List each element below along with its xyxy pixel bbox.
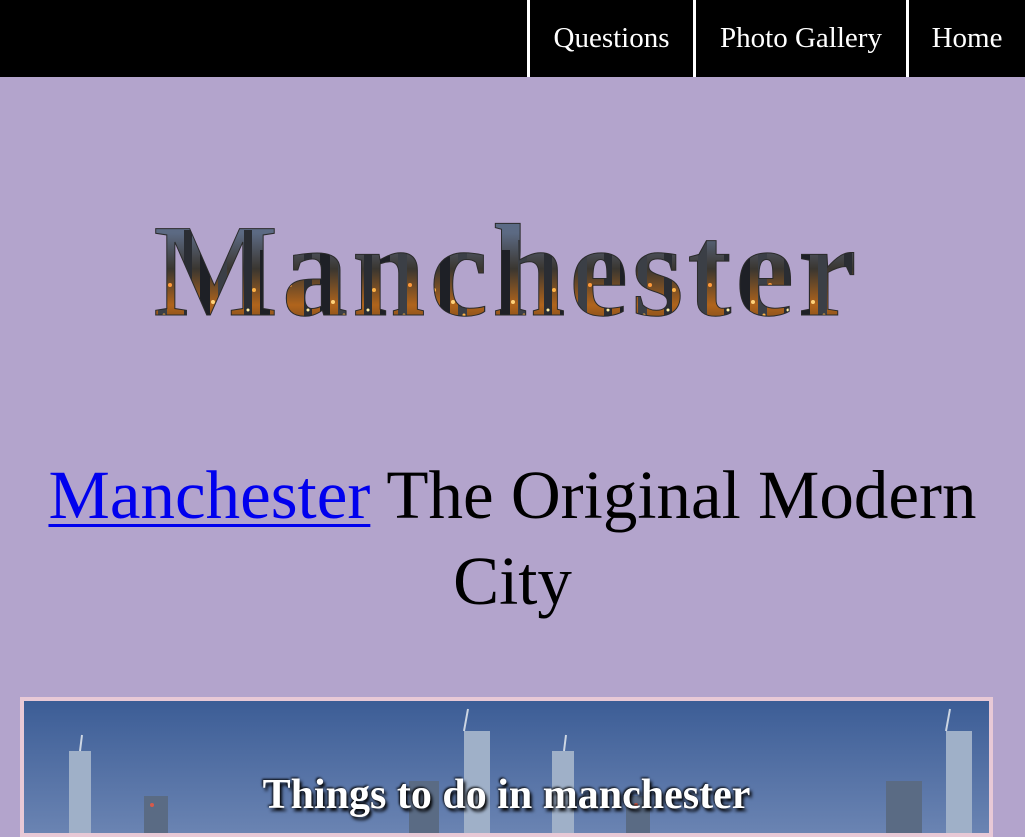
banner-title: Things to do in manchester (262, 772, 751, 818)
nav-link-home[interactable]: Home (906, 0, 1025, 77)
tagline-manchester-link[interactable]: Manchester (48, 457, 370, 533)
tagline: Manchester The Original Modern City (0, 452, 1025, 624)
things-to-do-banner: Things to do in manchester (20, 697, 993, 837)
tagline-text: The Original Modern City (370, 457, 977, 619)
hero-title-image: Manchester (153, 197, 860, 345)
nav-link-questions[interactable]: Questions (527, 0, 693, 77)
nav-link-photo-gallery[interactable]: Photo Gallery (693, 0, 906, 77)
top-nav-bar: Questions Photo Gallery Home (0, 0, 1025, 77)
hero-title: Manchester (153, 197, 860, 344)
